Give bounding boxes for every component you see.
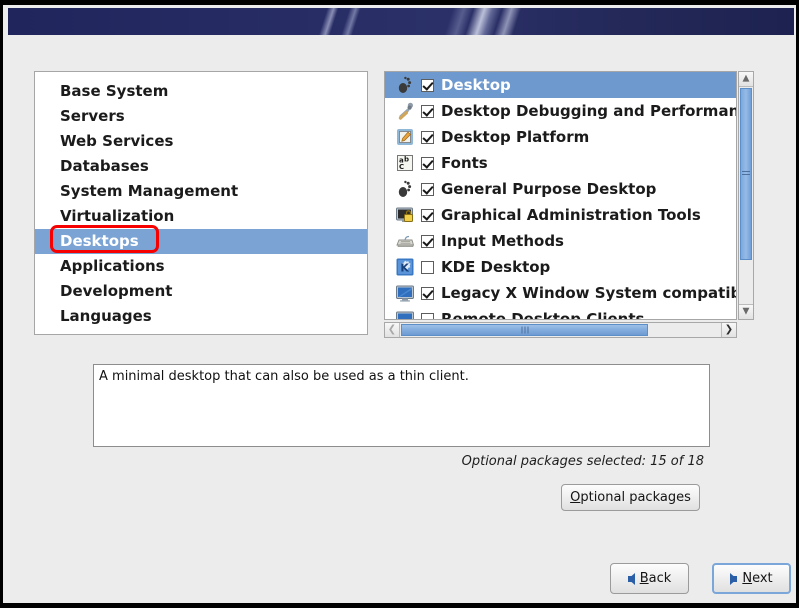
package-row-general-purpose-desktop[interactable]: General Purpose Desktop xyxy=(385,176,736,202)
svg-text:C: C xyxy=(399,163,404,171)
package-label: Fonts xyxy=(441,154,488,172)
category-list[interactable]: Base System Servers Web Services Databas… xyxy=(34,71,368,335)
package-label: Desktop Debugging and Performance Tools xyxy=(441,102,736,120)
kde-gear-icon: K xyxy=(395,257,415,277)
package-label: Legacy X Window System compatibility xyxy=(441,284,736,302)
package-label: Graphical Administration Tools xyxy=(441,206,701,224)
arrow-right-icon xyxy=(730,573,737,585)
scroll-up-button[interactable]: ▲ xyxy=(739,72,753,87)
category-label: Applications xyxy=(60,257,165,275)
package-checkbox[interactable] xyxy=(421,183,434,196)
gnome-foot-icon xyxy=(395,75,415,95)
category-item-virtualization[interactable]: Virtualization xyxy=(35,204,367,229)
arrow-left-icon xyxy=(628,573,635,585)
keyboard-icon xyxy=(395,231,415,251)
scroll-grip-icon xyxy=(521,327,528,334)
package-list-horizontal-scrollbar[interactable]: ❮ ❯ xyxy=(384,322,737,338)
package-checkbox[interactable] xyxy=(421,287,434,300)
category-item-languages[interactable]: Languages xyxy=(35,304,367,329)
package-list[interactable]: Desktop Desktop Debugging and Performanc… xyxy=(384,71,737,320)
scroll-down-button[interactable]: ▼ xyxy=(739,304,753,319)
package-checkbox[interactable] xyxy=(421,157,434,170)
package-label: KDE Desktop xyxy=(441,258,550,276)
package-row-desktop-debugging[interactable]: Desktop Debugging and Performance Tools xyxy=(385,98,736,124)
package-row-legacy-x-window[interactable]: Legacy X Window System compatibility xyxy=(385,280,736,306)
category-item-base-system[interactable]: Base System xyxy=(35,79,367,104)
fonts-icon: abC xyxy=(395,153,415,173)
svg-text:K: K xyxy=(400,262,409,275)
next-button-mnemonic: N xyxy=(742,571,752,586)
package-label: General Purpose Desktop xyxy=(441,180,656,198)
package-checkbox[interactable] xyxy=(421,313,434,321)
package-row-kde-desktop[interactable]: K KDE Desktop xyxy=(385,254,736,280)
installer-window: Base System Servers Web Services Databas… xyxy=(0,0,799,608)
next-button[interactable]: Next xyxy=(712,563,791,594)
category-label: System Management xyxy=(60,182,238,200)
category-item-development[interactable]: Development xyxy=(35,279,367,304)
category-label: Virtualization xyxy=(60,207,174,225)
category-item-databases[interactable]: Databases xyxy=(35,154,367,179)
scroll-left-button[interactable]: ❮ xyxy=(385,323,400,337)
back-button[interactable]: Back xyxy=(610,563,689,594)
package-checkbox[interactable] xyxy=(421,261,434,274)
package-checkbox[interactable] xyxy=(421,105,434,118)
chevron-left-icon: ❮ xyxy=(385,325,399,335)
package-row-remote-desktop-clients[interactable]: Remote Desktop Clients xyxy=(385,306,736,320)
optional-packages-count: Optional packages selected: 15 of 18 xyxy=(462,454,704,469)
category-label: Desktops xyxy=(60,232,139,250)
installer-banner xyxy=(8,8,794,35)
monitor-lock-icon xyxy=(395,205,415,225)
category-item-desktops[interactable]: Desktops xyxy=(35,229,367,254)
package-row-desktop-platform[interactable]: Desktop Platform xyxy=(385,124,736,150)
category-label: Languages xyxy=(60,307,152,325)
category-item-applications[interactable]: Applications xyxy=(35,254,367,279)
category-label: Development xyxy=(60,282,172,300)
package-checkbox[interactable] xyxy=(421,79,434,92)
package-label: Input Methods xyxy=(441,232,564,250)
svg-text:b: b xyxy=(404,156,409,164)
next-button-label: ext xyxy=(752,571,773,586)
category-label: Base System xyxy=(60,82,168,100)
category-item-servers[interactable]: Servers xyxy=(35,104,367,129)
package-label: Desktop Platform xyxy=(441,128,589,146)
package-group-panel: Desktop Desktop Debugging and Performanc… xyxy=(384,71,754,335)
tools-icon xyxy=(395,101,415,121)
package-row-graphical-admin-tools[interactable]: Graphical Administration Tools xyxy=(385,202,736,228)
package-row-input-methods[interactable]: Input Methods xyxy=(385,228,736,254)
package-edit-icon xyxy=(395,127,415,147)
back-button-mnemonic: B xyxy=(640,571,649,586)
package-list-vertical-scrollbar[interactable]: ▲ ▼ xyxy=(738,71,754,320)
chevron-up-icon: ▲ xyxy=(739,75,753,84)
category-label: Servers xyxy=(60,107,125,125)
category-item-system-management[interactable]: System Management xyxy=(35,179,367,204)
monitor-icon xyxy=(395,283,415,303)
package-checkbox[interactable] xyxy=(421,131,434,144)
package-checkbox[interactable] xyxy=(421,235,434,248)
monitor-icon xyxy=(395,309,415,320)
scroll-grip-icon xyxy=(742,171,750,177)
horizontal-scroll-thumb[interactable] xyxy=(401,324,648,336)
package-label: Desktop xyxy=(441,76,511,94)
description-box: A minimal desktop that can also be used … xyxy=(93,364,710,447)
vertical-scroll-thumb[interactable] xyxy=(740,88,752,260)
category-item-web-services[interactable]: Web Services xyxy=(35,129,367,154)
package-row-fonts[interactable]: abC Fonts xyxy=(385,150,736,176)
chevron-down-icon: ▼ xyxy=(739,308,753,317)
chevron-right-icon: ❯ xyxy=(722,325,736,335)
package-row-desktop[interactable]: Desktop xyxy=(385,72,736,98)
optional-button-mnemonic: O xyxy=(570,490,580,505)
optional-packages-button[interactable]: Optional packages xyxy=(561,484,700,511)
category-label: Web Services xyxy=(60,132,173,150)
optional-button-label: ptional packages xyxy=(580,490,691,505)
category-label: Databases xyxy=(60,157,149,175)
description-text: A minimal desktop that can also be used … xyxy=(99,369,704,385)
package-checkbox[interactable] xyxy=(421,209,434,222)
package-label: Remote Desktop Clients xyxy=(441,310,644,320)
back-button-label: ack xyxy=(649,571,672,586)
gnome-foot-icon xyxy=(395,179,415,199)
scroll-right-button[interactable]: ❯ xyxy=(721,323,736,337)
